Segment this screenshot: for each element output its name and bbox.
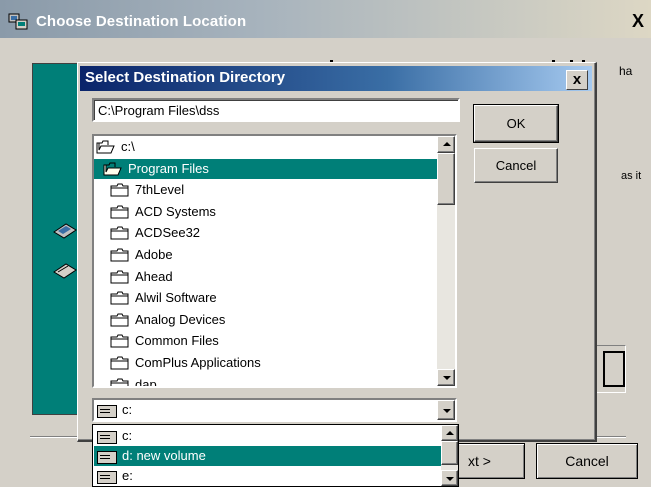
drive-select-value: c: — [122, 402, 133, 417]
arrow-down-icon — [446, 477, 454, 481]
disk-icon — [53, 263, 77, 279]
drive-option-label: e: — [122, 468, 133, 483]
folder-tree-item[interactable]: Common Files — [94, 331, 434, 351]
scroll-thumb[interactable] — [437, 153, 455, 205]
folder-tree-item-label: dap — [135, 376, 157, 388]
cancel-button[interactable]: Cancel — [474, 148, 558, 183]
setup-computer-icon — [8, 13, 28, 30]
outer-window-title: Choose Destination Location — [36, 13, 247, 30]
folder-icon — [110, 356, 129, 370]
drive-option[interactable]: d: new volume — [94, 446, 441, 466]
drive-icon — [97, 471, 117, 484]
open-folder-icon — [103, 162, 122, 176]
drive-option[interactable]: c: — [94, 426, 441, 446]
drive-icon — [97, 405, 117, 418]
folder-tree-item-label: c:\ — [121, 139, 135, 154]
drive-dropdown-list[interactable]: c: d: new volume e: — [92, 424, 459, 487]
folder-tree-item-label: Alwil Software — [135, 290, 217, 306]
drive-icon — [97, 451, 117, 464]
outer-cancel-button[interactable]: Cancel — [536, 443, 638, 479]
folder-tree-item-label: ComPlus Applications — [135, 355, 261, 370]
folder-tree[interactable]: c:\ Program Files 7thLevel ACD Systems ACDSe… — [92, 134, 457, 388]
scroll-down-button[interactable] — [437, 369, 455, 386]
drive-dropdown-button[interactable] — [437, 400, 455, 420]
chevron-down-icon — [443, 409, 451, 413]
ok-button[interactable]: OK — [473, 104, 559, 143]
dialog-title: Select Destination Directory — [85, 69, 286, 86]
folder-icon — [110, 334, 129, 348]
folder-icon — [110, 291, 129, 305]
folder-tree-item-label: Common Files — [135, 333, 219, 349]
folder-icon — [110, 183, 129, 197]
path-input[interactable]: C:\Program Files\dss — [92, 98, 460, 122]
drive-scroll-thumb[interactable] — [441, 441, 458, 465]
outer-hint-text-mid: as it — [621, 170, 642, 182]
scroll-up-button[interactable] — [437, 136, 455, 153]
folder-tree-item[interactable]: Adobe — [94, 245, 434, 265]
folder-icon — [110, 205, 129, 219]
folder-tree-item[interactable]: ComPlus Applications — [94, 353, 434, 373]
outer-close-button[interactable]: X — [632, 10, 650, 32]
folder-tree-item-label: Program Files — [128, 160, 209, 176]
folder-tree-item-label: Analog Devices — [135, 311, 226, 327]
drive-option[interactable]: e: — [94, 466, 441, 486]
folder-tree-item-label: ACDSee32 — [135, 225, 201, 241]
folder-tree-item-label: 7thLevel — [135, 182, 185, 198]
computer-icon — [53, 223, 77, 239]
folder-icon — [110, 313, 129, 327]
arrow-up-icon — [446, 431, 454, 435]
folder-tree-item[interactable]: 7thLevel — [94, 180, 434, 200]
folder-icon — [110, 270, 129, 284]
dialog-close-button[interactable]: x — [566, 70, 588, 90]
outer-browse-button[interactable] — [603, 351, 625, 387]
folder-icon — [110, 226, 129, 240]
drive-select[interactable]: c: — [92, 398, 457, 422]
folder-tree-item[interactable]: ACD Systems — [94, 202, 434, 222]
arrow-up-icon — [443, 142, 451, 146]
folder-tree-item[interactable]: Analog Devices — [94, 310, 434, 330]
drive-icon — [97, 431, 117, 444]
folder-tree-item[interactable]: ACDSee32 — [94, 223, 434, 243]
folder-tree-item[interactable]: dap — [94, 375, 434, 388]
drive-scroll-down-button[interactable] — [441, 470, 458, 486]
folder-tree-item[interactable]: Program Files — [94, 158, 437, 179]
folder-tree-item-label: Adobe — [135, 247, 173, 262]
folder-tree-item[interactable]: Ahead — [94, 267, 434, 287]
folder-tree-item-label: Ahead — [135, 268, 173, 284]
folder-tree-item[interactable]: Alwil Software — [94, 288, 434, 308]
drive-option-label: c: — [122, 428, 133, 443]
open-folder-icon — [96, 140, 115, 154]
outer-hint-text-top: ha — [619, 64, 633, 78]
folder-tree-item[interactable]: c:\ — [94, 137, 434, 157]
folder-icon — [110, 378, 129, 386]
folder-icon — [110, 248, 129, 262]
drive-option-label: d: new volume — [122, 448, 206, 463]
next-button[interactable]: xt > — [455, 443, 525, 479]
drive-scroll-up-button[interactable] — [441, 425, 458, 441]
folder-tree-item-label: ACD Systems — [135, 203, 216, 219]
arrow-down-icon — [443, 376, 451, 380]
